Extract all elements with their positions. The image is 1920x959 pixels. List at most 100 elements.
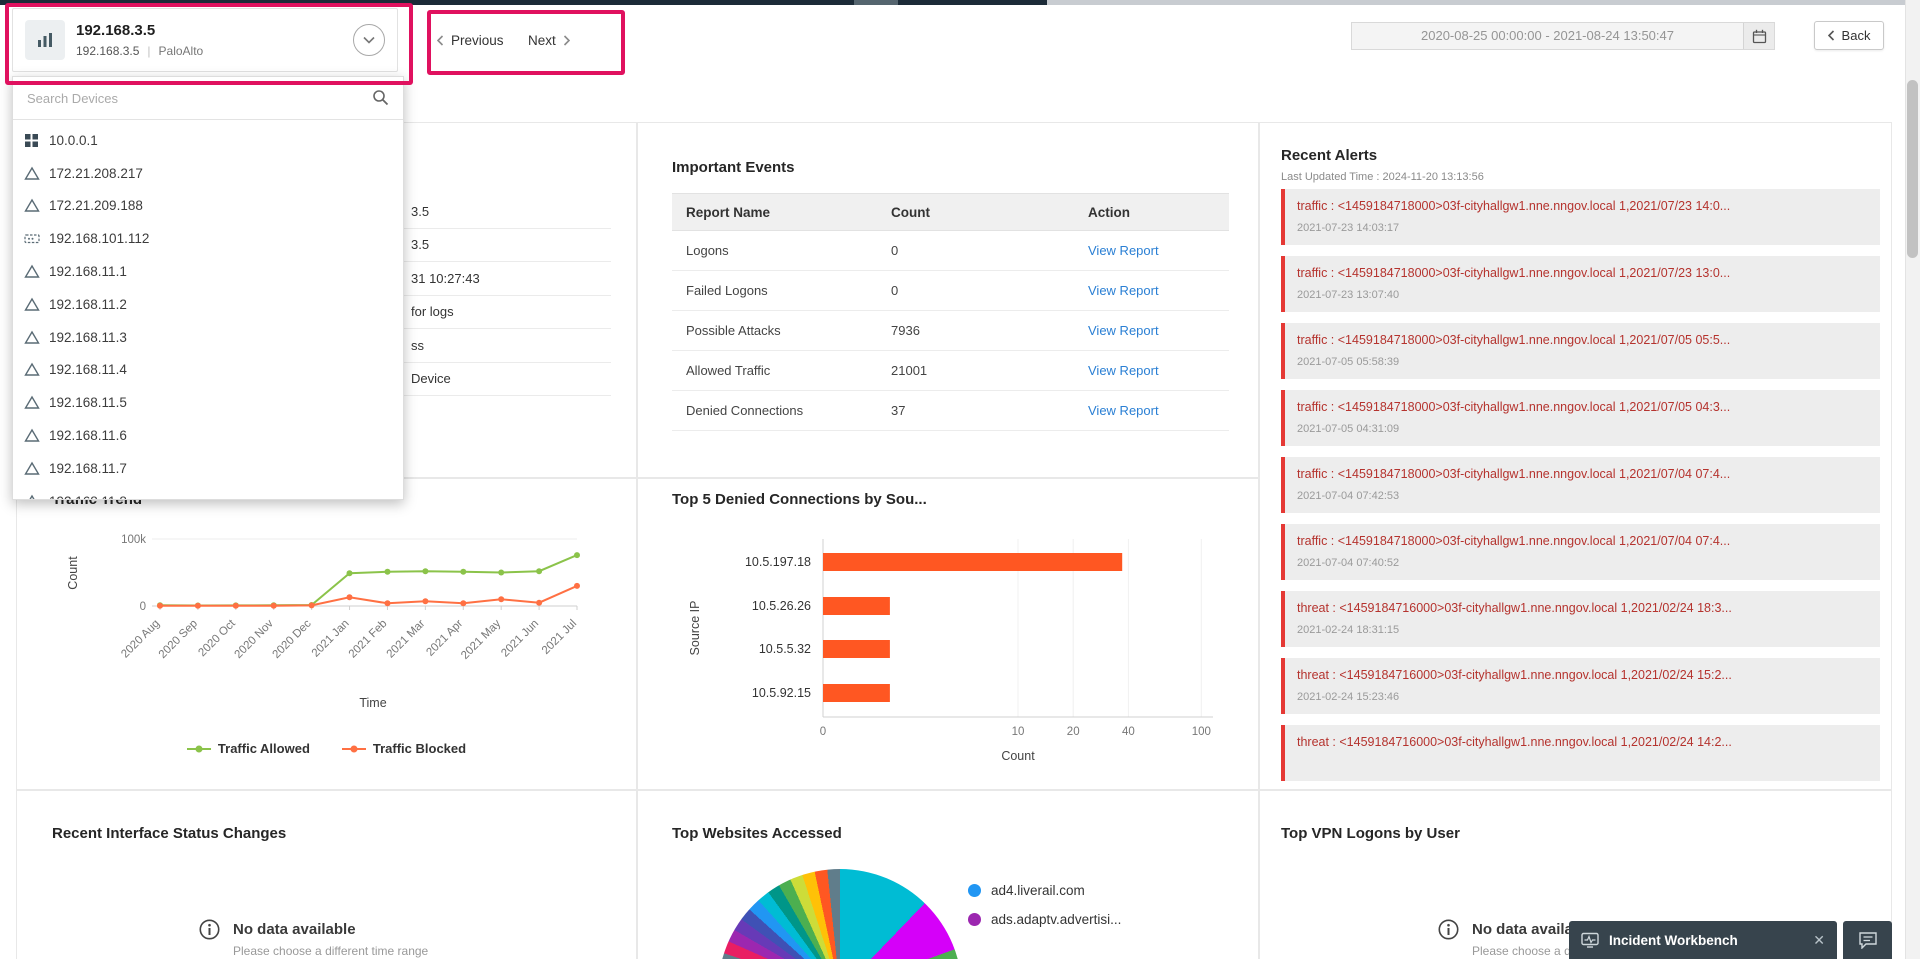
device-name: 192.168.11.6 — [49, 428, 127, 444]
column-header: Count — [877, 193, 1074, 231]
legend-dot — [968, 884, 981, 897]
date-range-picker[interactable]: 2020-08-25 00:00:00 - 2021-08-24 13:50:4… — [1351, 22, 1775, 50]
device-list-item[interactable]: 192.168.11.2 — [13, 288, 403, 321]
alert-time: 2021-07-23 14:03:17 — [1297, 221, 1400, 234]
view-report-link[interactable]: View Report — [1088, 323, 1159, 338]
device-list-item[interactable]: 192.168.101.112 — [13, 222, 403, 255]
report-name: Allowed Traffic — [672, 350, 877, 391]
interface-status-panel: Recent Interface Status Changes No data … — [16, 790, 637, 959]
alert-time: 2021-07-04 07:40:52 — [1297, 556, 1400, 569]
alert-message: traffic : <1459184718000>03f-cityhallgw1… — [1297, 199, 1731, 213]
device-list-item[interactable]: 172.21.209.188 — [13, 190, 403, 223]
incident-workbench-label: Incident Workbench — [1609, 932, 1738, 948]
alert-time: 2021-07-04 07:42:53 — [1297, 489, 1400, 502]
next-label: Next — [528, 32, 556, 48]
device-name: 192.168.11.8 — [49, 494, 127, 499]
previous-button[interactable]: Previous — [437, 26, 504, 54]
view-report-link[interactable]: View Report — [1088, 283, 1159, 298]
svg-text:2021 Jan: 2021 Jan — [310, 618, 352, 660]
view-report-link[interactable]: View Report — [1088, 243, 1159, 258]
svg-text:Source IP: Source IP — [688, 601, 702, 656]
device-name: 192.168.11.3 — [49, 329, 127, 345]
report-name: Logons — [672, 230, 877, 271]
panel-title: Top Websites Accessed — [672, 825, 842, 842]
device-list-item[interactable]: 172.21.208.217 — [13, 157, 403, 190]
alert-item[interactable]: traffic : <1459184718000>03f-cityhallgw1… — [1281, 189, 1880, 245]
report-count: 21001 — [877, 350, 1074, 391]
alert-message: traffic : <1459184718000>03f-cityhallgw1… — [1297, 333, 1731, 347]
device-list-item[interactable]: 192.168.11.7 — [13, 452, 403, 485]
delta-icon — [23, 428, 40, 443]
legend-item[interactable]: Traffic Blocked — [341, 741, 466, 756]
device-list-item[interactable]: 192.168.11.4 — [13, 354, 403, 387]
report-count: 0 — [877, 230, 1074, 271]
device-name: 172.21.209.188 — [49, 198, 143, 214]
no-data-hint: Please choose a different time range — [233, 944, 429, 958]
legend-item[interactable]: Traffic Allowed — [186, 741, 310, 756]
svg-text:10.5.5.32: 10.5.5.32 — [759, 642, 811, 656]
browser-tab-strip-light — [1047, 0, 1920, 5]
calendar-button[interactable] — [1743, 23, 1774, 49]
alert-item[interactable]: threat : <1459184716000>03f-cityhallgw1.… — [1281, 725, 1880, 781]
delta-icon — [23, 166, 40, 181]
legend-item[interactable]: ad4.liverail.com — [968, 883, 1121, 898]
alert-item[interactable]: traffic : <1459184718000>03f-cityhallgw1… — [1281, 524, 1880, 580]
info-icon — [199, 919, 220, 940]
pie-legend: ad4.liverail.com ads.adaptv.advertisi... — [968, 883, 1121, 941]
svg-text:2020 Dec: 2020 Dec — [270, 617, 313, 660]
alert-message: threat : <1459184716000>03f-cityhallgw1.… — [1297, 668, 1732, 682]
report-count: 37 — [877, 390, 1074, 431]
websites-pie-chart — [718, 869, 962, 959]
alert-time: 2021-02-24 18:31:15 — [1297, 623, 1400, 636]
device-list-item[interactable]: 192.168.11.8 — [13, 485, 403, 499]
alert-item[interactable]: traffic : <1459184718000>03f-cityhallgw1… — [1281, 256, 1880, 312]
panel-title: Top VPN Logons by User — [1281, 825, 1460, 842]
svg-text:100k: 100k — [121, 534, 146, 546]
svg-text:2021 Feb: 2021 Feb — [347, 618, 390, 661]
incident-workbench-bar[interactable]: Incident Workbench ✕ — [1569, 921, 1837, 959]
table-row: Possible Attacks 7936 View Report — [672, 310, 1229, 351]
browser-tab-strip-notch — [854, 0, 898, 5]
device-list-item[interactable]: 192.168.11.5 — [13, 386, 403, 419]
alert-message: threat : <1459184716000>03f-cityhallgw1.… — [1297, 601, 1732, 615]
device-list-item[interactable]: 10.0.0.1 — [13, 124, 403, 157]
calendar-icon — [1752, 29, 1766, 43]
selected-device-vendor: PaloAlto — [158, 43, 204, 58]
device-selector[interactable]: 192.168.3.5 192.168.3.5 | PaloAlto — [12, 8, 398, 72]
alert-item[interactable]: threat : <1459184716000>03f-cityhallgw1.… — [1281, 591, 1880, 647]
alert-message: traffic : <1459184718000>03f-cityhallgw1… — [1297, 467, 1731, 481]
feedback-chat-button[interactable] — [1843, 921, 1892, 959]
vertical-scrollbar-thumb[interactable] — [1907, 80, 1918, 258]
device-list-item[interactable]: 192.168.11.3 — [13, 321, 403, 354]
delta-icon — [23, 198, 40, 213]
device-list-item[interactable]: 192.168.11.6 — [13, 419, 403, 452]
search-input[interactable] — [13, 77, 403, 119]
next-button[interactable]: Next — [528, 26, 570, 54]
svg-text:2021 May: 2021 May — [459, 617, 503, 661]
svg-text:Time: Time — [359, 696, 386, 710]
column-header: Action — [1074, 193, 1229, 231]
legend-item[interactable]: ads.adaptv.advertisi... — [968, 912, 1121, 927]
alert-message: traffic : <1459184718000>03f-cityhallgw1… — [1297, 534, 1731, 548]
delta-icon — [23, 264, 40, 279]
device-list-item[interactable]: 192.168.11.1 — [13, 255, 403, 288]
search-icon — [373, 90, 389, 106]
view-report-link[interactable]: View Report — [1088, 403, 1159, 418]
view-report-link[interactable]: View Report — [1088, 363, 1159, 378]
alert-time: 2021-02-24 15:23:46 — [1297, 690, 1400, 703]
device-type-icon — [25, 20, 65, 60]
alert-item[interactable]: traffic : <1459184718000>03f-cityhallgw1… — [1281, 457, 1880, 513]
svg-text:40: 40 — [1122, 726, 1135, 738]
column-header: Report Name — [672, 193, 877, 231]
svg-text:10.5.92.15: 10.5.92.15 — [752, 686, 811, 700]
device-dropdown-toggle[interactable] — [353, 24, 385, 56]
panel-title: Important Events — [672, 159, 795, 176]
alert-item[interactable]: traffic : <1459184718000>03f-cityhallgw1… — [1281, 323, 1880, 379]
back-button[interactable]: Back — [1814, 21, 1884, 50]
date-range-value: 2020-08-25 00:00:00 - 2021-08-24 13:50:4… — [1421, 28, 1674, 43]
alert-item[interactable]: threat : <1459184716000>03f-cityhallgw1.… — [1281, 658, 1880, 714]
device-name: 192.168.11.5 — [49, 395, 127, 411]
close-icon[interactable]: ✕ — [1813, 932, 1825, 949]
alert-item[interactable]: traffic : <1459184718000>03f-cityhallgw1… — [1281, 390, 1880, 446]
svg-text:2020 Aug: 2020 Aug — [119, 618, 162, 661]
